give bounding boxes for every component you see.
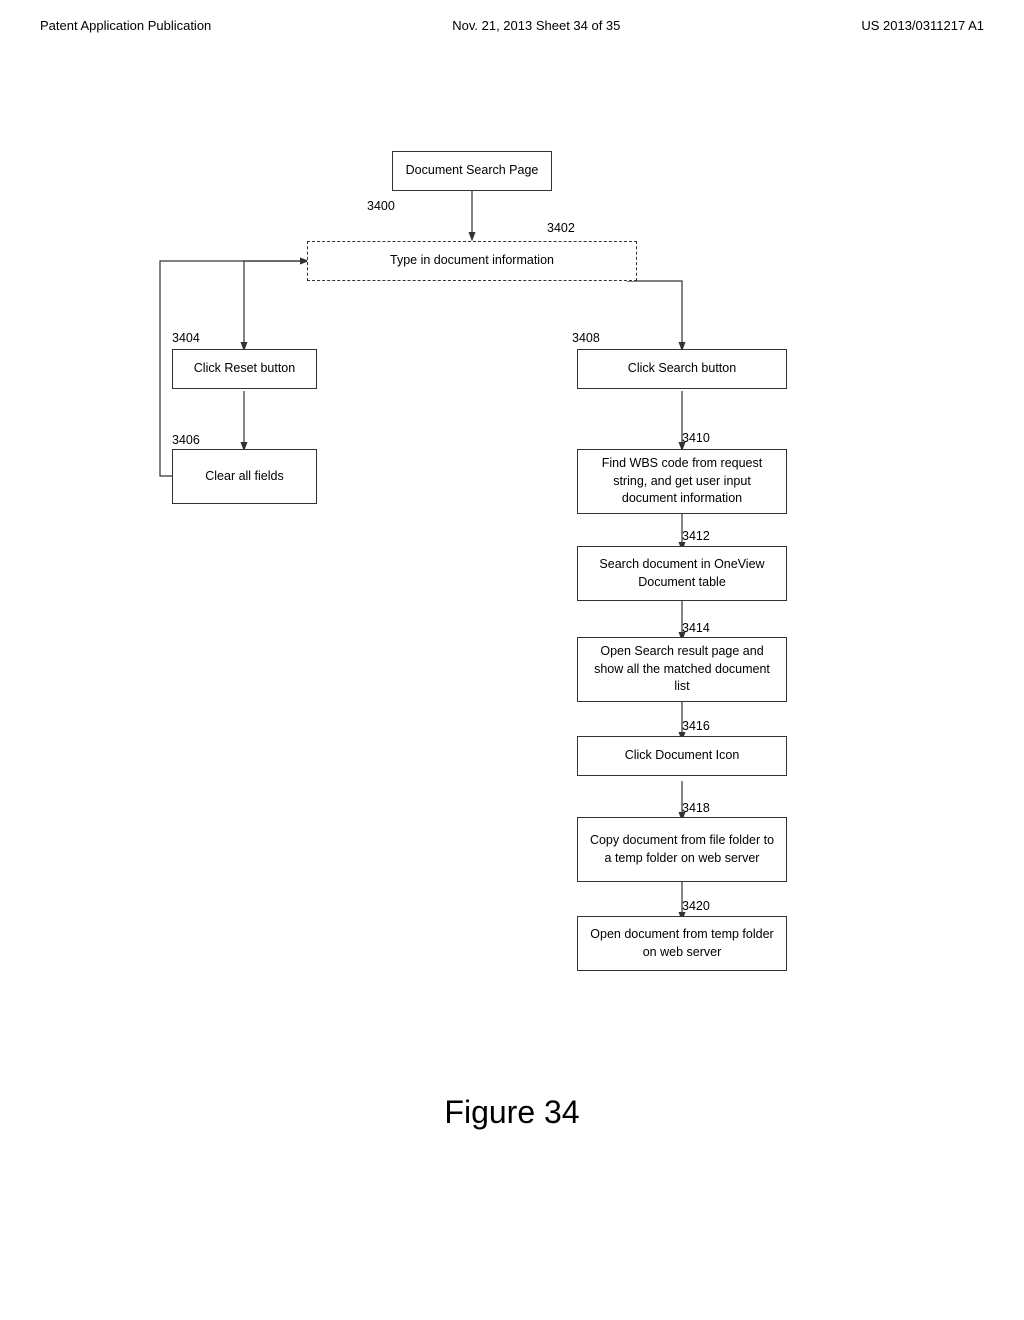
header-left: Patent Application Publication [40,18,211,33]
figure-caption: Figure 34 [0,1094,1024,1131]
label-3416: 3416 [682,719,710,733]
label-3400: 3400 [367,199,395,213]
node-3408: Click Search button [577,349,787,389]
label-3408: 3408 [572,331,600,345]
node-3406: Clear all fields [172,449,317,504]
node-3416: Click Document Icon [577,736,787,776]
label-3420: 3420 [682,899,710,913]
page-header: Patent Application Publication Nov. 21, … [0,0,1024,41]
node-3414: Open Search result page and show all the… [577,637,787,702]
label-3418: 3418 [682,801,710,815]
label-3412: 3412 [682,529,710,543]
header-center: Nov. 21, 2013 Sheet 34 of 35 [452,18,620,33]
label-3414: 3414 [682,621,710,635]
node-3404: Click Reset button [172,349,317,389]
label-3404: 3404 [172,331,200,345]
label-3402: 3402 [547,221,575,235]
node-3412: Search document in OneView Document tabl… [577,546,787,601]
node-3402: Type in document information [307,241,637,281]
header-right: US 2013/0311217 A1 [861,18,984,33]
node-3418: Copy document from file folder to a temp… [577,817,787,882]
label-3410: 3410 [682,431,710,445]
label-3406: 3406 [172,433,200,447]
node-3400: Document Search Page [392,151,552,191]
node-3420: Open document from temp folder on web se… [577,916,787,971]
node-3410: Find WBS code from request string, and g… [577,449,787,514]
